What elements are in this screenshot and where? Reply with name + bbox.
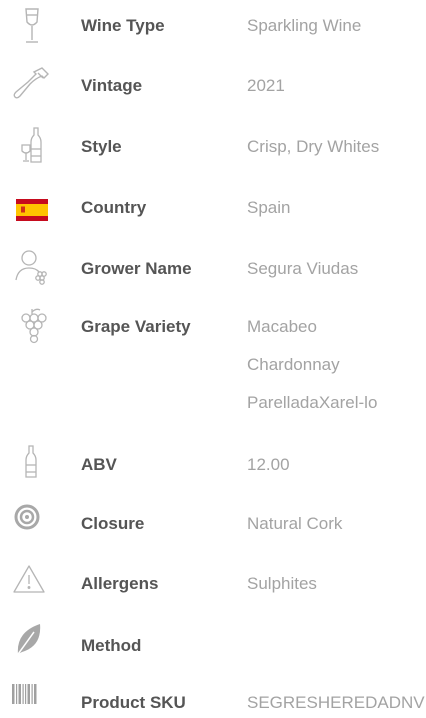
row-label: ABV [81, 455, 117, 474]
row-label: Product SKU [81, 693, 186, 712]
row-value: Natural Cork [247, 514, 343, 533]
row-label: Grape Variety [81, 317, 191, 336]
row-value: Segura Viudas [247, 259, 359, 278]
row-value-line: Chardonnay [247, 355, 340, 374]
grower-person-icon [12, 246, 52, 286]
attribute-row-country: Country Spain [0, 176, 426, 236]
attribute-row-grower-name: Grower Name Segura Viudas [0, 236, 426, 298]
attribute-row-allergens: Allergens Sulphites [0, 556, 426, 616]
warning-icon [12, 562, 52, 602]
row-value: Sulphites [247, 574, 317, 593]
row-label: Allergens [81, 574, 159, 593]
row-value: Crisp, Dry Whites [247, 137, 380, 156]
leaf-icon [12, 620, 52, 660]
attribute-row-abv: ABV 12.00 [0, 438, 426, 498]
row-label: Closure [81, 514, 145, 533]
row-value-line: ParelladaXarel-lo [247, 393, 378, 412]
row-value-line: Macabeo [247, 317, 317, 336]
bottle-and-glass-icon [12, 125, 52, 165]
row-label: Method [81, 636, 142, 655]
cork-target-icon [12, 502, 52, 542]
row-value: Spain [247, 198, 291, 217]
bottle-icon [12, 443, 52, 483]
spain-flag-icon [12, 189, 52, 229]
attribute-row-vintage: Vintage 2021 [0, 60, 426, 118]
wine-bottle-tilted-icon [12, 64, 52, 104]
attribute-row-product-sku: Product SKU SEGRESHEREDADNV [0, 676, 426, 716]
row-label: Style [81, 137, 122, 156]
barcode-icon [12, 678, 52, 718]
attribute-row-method: Method [0, 616, 426, 676]
attribute-row-grape-variety: Grape Variety Macabeo Chardonnay Parella… [0, 298, 426, 438]
row-label: Vintage [81, 76, 143, 95]
attribute-row-style: Style Crisp, Dry Whites [0, 118, 426, 176]
grapes-icon [12, 306, 52, 346]
row-label: Wine Type [81, 16, 165, 35]
row-label: Country [81, 198, 147, 217]
row-value: SEGRESHEREDADNV [247, 693, 425, 712]
row-value: 2021 [247, 76, 285, 95]
champagne-glass-icon [12, 6, 52, 46]
attribute-row-wine-type: Wine Type Sparkling Wine [0, 0, 426, 60]
row-value: 12.00 [247, 455, 290, 474]
attribute-row-closure: Closure Natural Cork [0, 498, 426, 556]
row-value: Sparkling Wine [247, 16, 362, 35]
row-label: Grower Name [81, 259, 192, 278]
